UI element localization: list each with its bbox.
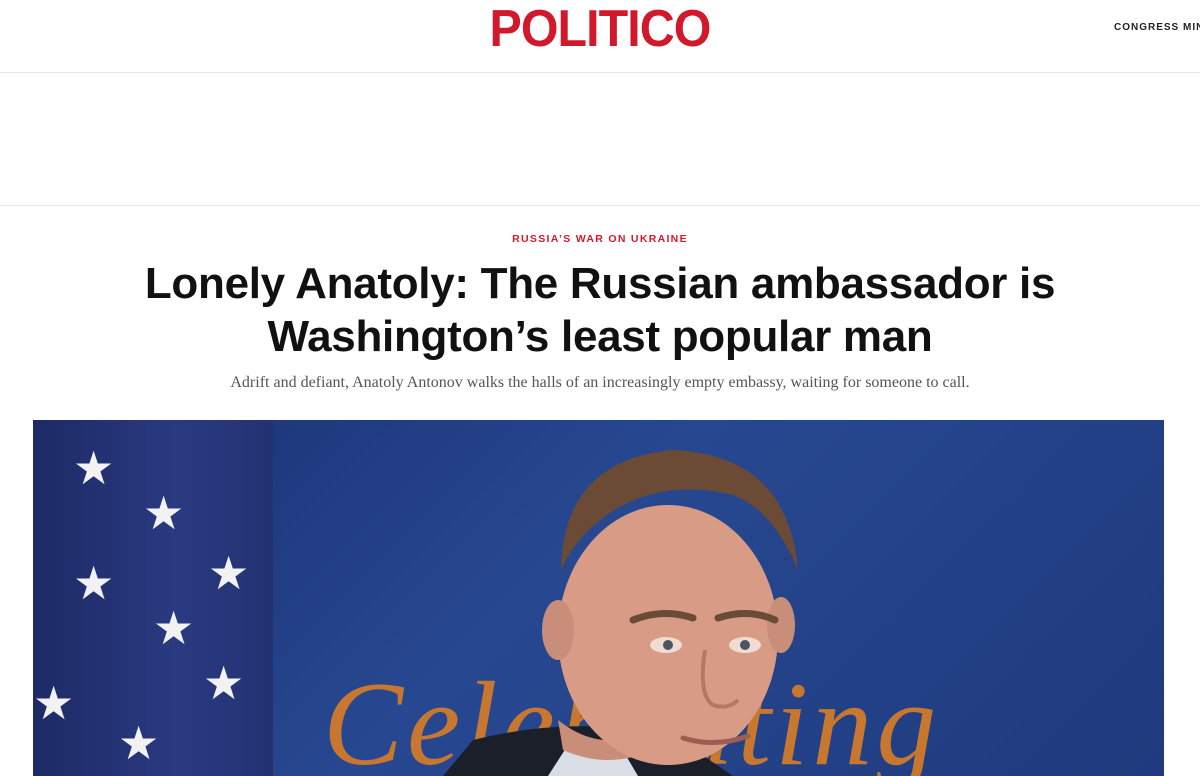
ambassador-portrait	[443, 450, 798, 776]
article-headline: Lonely Anatoly: The Russian ambassador i…	[144, 259, 1056, 361]
nav-item-congress-minutes[interactable]: CONGRESS MIN	[1114, 22, 1200, 33]
article-dek: Adrift and defiant, Anatoly Antonov walk…	[230, 374, 970, 391]
category-link[interactable]: RUSSIA’S WAR ON UKRAINE	[0, 232, 1200, 246]
article-header: RUSSIA’S WAR ON UKRAINE Lonely Anatoly: …	[0, 232, 1200, 393]
hero-image: ★ ★ ★ ★ ★ ★ ★ ★ Celebrating	[33, 420, 1164, 776]
top-bar: POLITICO CONGRESS MIN	[0, 0, 1200, 73]
politico-logo[interactable]: POLITICO	[42, 3, 1158, 55]
ad-slot	[0, 73, 1200, 206]
